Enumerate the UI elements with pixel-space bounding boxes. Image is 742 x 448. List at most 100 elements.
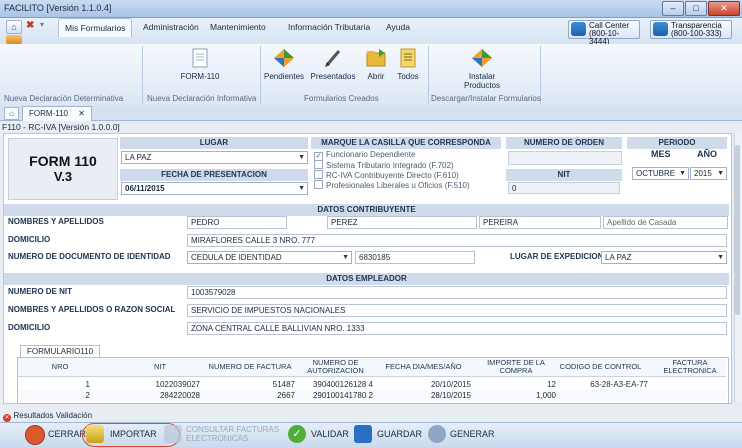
cell-autorizacion[interactable]: 290100141780 2 xyxy=(298,391,373,400)
cell-autorizacion[interactable]: 390400126128 4 xyxy=(298,380,373,389)
col-codigo-control[interactable]: CODIGO DE CONTROL xyxy=(553,363,648,371)
pendientes-label: Pendientes xyxy=(264,72,305,81)
cell-importe[interactable]: 1,000 xyxy=(476,391,556,400)
cerrar-icon xyxy=(25,425,45,445)
home-icon[interactable]: ⌂ xyxy=(6,20,22,34)
window-title: FACILITO [Versión 1.1.0.4] xyxy=(4,3,112,13)
generar-button[interactable]: GENERAR xyxy=(450,429,495,439)
cell-nit[interactable]: 284220028 xyxy=(120,391,200,400)
razon-social-input[interactable]: SERVICIO DE IMPUESTOS NACIONALES xyxy=(187,304,727,317)
transparencia-icon xyxy=(653,22,668,36)
abrir-button[interactable]: Abrir xyxy=(362,48,390,81)
chevron-down-icon: ▼ xyxy=(298,185,305,192)
check-rciva-label: RC-IVA Contribuyente Directo (F.610) xyxy=(326,171,459,180)
col-nro[interactable]: NRO xyxy=(30,363,90,371)
checkbox-icon[interactable] xyxy=(314,180,323,189)
cell-nro[interactable]: 2 xyxy=(30,391,90,400)
chevron-down-icon: ▼ xyxy=(717,254,724,261)
numero-documento-input[interactable]: 6830185 xyxy=(355,251,475,264)
tools-icon[interactable]: ✖ xyxy=(26,20,36,32)
col-numero-autorizacion[interactable]: NUMERO DE AUTORIZACION xyxy=(298,359,373,375)
documento-label: NUMERO DE DOCUMENTO DE IDENTIDAD xyxy=(8,252,171,261)
fecha-select[interactable]: 06/11/2015 ▼ xyxy=(121,182,308,195)
guardar-button[interactable]: GUARDAR xyxy=(377,429,422,439)
cell-factura[interactable]: 2667 xyxy=(205,391,295,400)
mes-select[interactable]: OCTUBRE ▼ xyxy=(632,167,689,180)
col-numero-factura[interactable]: NUMERO DE FACTURA xyxy=(205,363,295,371)
group-label-determinativa: Nueva Declaración Determinativa xyxy=(4,94,124,103)
marque-casilla-header: MARQUE LA CASILLA QUE CORRESPONDA xyxy=(311,137,501,149)
presentados-label: Presentados xyxy=(310,72,356,81)
pen-icon xyxy=(325,50,341,67)
instalar-productos-button[interactable]: Instalar Productos xyxy=(460,48,504,90)
todos-button[interactable]: Todos xyxy=(394,48,422,81)
transparencia-button[interactable]: Transparencia (800-100-333) xyxy=(650,20,732,39)
app-menu-button[interactable] xyxy=(6,35,22,44)
checkbox-icon[interactable] xyxy=(314,170,323,179)
maximize-button[interactable]: □ xyxy=(685,1,707,16)
domicilio-label: DOMICILIO xyxy=(8,235,51,244)
pending-diamond-icon xyxy=(274,49,294,67)
expedicion-select[interactable]: LA PAZ ▼ xyxy=(601,251,727,264)
chevron-down-icon: ▼ xyxy=(679,170,686,177)
form-scrollbar-thumb[interactable] xyxy=(735,145,740,315)
checkbox-icon[interactable] xyxy=(314,160,323,169)
resultados-validacion-tab[interactable]: ✕ Resultados Validación xyxy=(3,410,92,422)
lugar-select[interactable]: LA PAZ ▼ xyxy=(121,151,308,164)
validar-button[interactable]: VALIDAR xyxy=(311,429,349,439)
home-tab-icon[interactable]: ⌂ xyxy=(4,107,19,120)
call-center-button[interactable]: Call Center (800-10-3444) xyxy=(568,20,640,46)
fecha-value: 06/11/2015 xyxy=(125,184,165,193)
col-importe[interactable]: IMPORTE DE LA COMPRA xyxy=(476,359,556,375)
cell-codigo[interactable]: 63-28-A3-EA-77 xyxy=(553,380,648,389)
form110-button[interactable]: FORM-110 xyxy=(180,48,220,81)
numero-orden-field xyxy=(508,151,622,165)
col-fecha[interactable]: FECHA DIA/MES/AÑO xyxy=(376,363,471,371)
col-factura-electronica[interactable]: FACTURA ELECTRONICA xyxy=(655,359,725,375)
apellido-paterno-input[interactable]: PEREZ xyxy=(327,216,477,229)
domicilio-input[interactable]: MIRAFLORES CALLE 3 NRO. 777 xyxy=(187,234,727,247)
nombre-input[interactable]: PEDRO xyxy=(187,216,287,229)
cell-nro[interactable]: 1 xyxy=(30,380,90,389)
check-profesionales[interactable]: Profesionales Liberales u Oficios (F.510… xyxy=(314,180,470,190)
cerrar-button[interactable]: CERRAR xyxy=(48,429,86,439)
domicilio-empleador-input[interactable]: ZONA CENTRAL CALLE BALLIVIAN NRO. 1333 xyxy=(187,322,727,335)
doc-tab-close-icon[interactable]: ✕ xyxy=(78,109,85,118)
group-label-descargar: Descargar/Instalar Formularios xyxy=(431,94,541,103)
anio-select[interactable]: 2015 ▼ xyxy=(690,167,727,180)
tab-mantenimiento[interactable]: Mantenimiento xyxy=(204,18,272,36)
minimize-button[interactable]: – xyxy=(662,1,684,16)
cell-fecha[interactable]: 28/10/2015 xyxy=(376,391,471,400)
tab-administracion[interactable]: Administración xyxy=(137,18,205,36)
lugar-header: LUGAR xyxy=(120,137,308,149)
importar-button[interactable]: IMPORTAR xyxy=(110,429,157,439)
close-window-button[interactable]: ✕ xyxy=(708,1,740,16)
apellido-casada-input[interactable]: Apellido de Casada xyxy=(603,216,728,229)
cell-fecha[interactable]: 20/10/2015 xyxy=(376,380,471,389)
tipo-documento-value: CEDULA DE IDENTIDAD xyxy=(191,253,282,262)
check-rciva[interactable]: RC-IVA Contribuyente Directo (F.610) xyxy=(314,170,459,180)
apellido-materno-input[interactable]: PEREIRA xyxy=(479,216,601,229)
window-titlebar: FACILITO [Versión 1.1.0.4] – □ ✕ xyxy=(0,0,742,18)
check-sti[interactable]: Sistema Tributario Integrado (F.702) xyxy=(314,160,454,170)
cell-importe[interactable]: 12 xyxy=(476,380,556,389)
tab-informacion-tributaria[interactable]: Información Tributaria xyxy=(282,18,376,36)
tab-ayuda[interactable]: Ayuda xyxy=(380,18,416,36)
datos-empleador-header: DATOS EMPLEADOR xyxy=(4,273,729,285)
expedicion-label: LUGAR DE EXPEDICION xyxy=(510,252,604,261)
nit-empleador-input[interactable]: 1003579028 xyxy=(187,286,727,299)
form-document-icon xyxy=(192,48,208,68)
tipo-documento-select[interactable]: CEDULA DE IDENTIDAD ▼ xyxy=(187,251,352,264)
chevron-down-icon: ▼ xyxy=(717,170,724,177)
ribbon-separator xyxy=(142,46,143,104)
tab-mis-formularios[interactable]: Mis Formularios xyxy=(58,18,133,37)
todos-label: Todos xyxy=(397,72,419,81)
presentados-button[interactable]: Presentados xyxy=(308,48,358,81)
pendientes-button[interactable]: Pendientes xyxy=(264,48,304,81)
cell-nit[interactable]: 1022039027 xyxy=(120,380,201,389)
col-nit[interactable]: NIT xyxy=(120,363,200,371)
cell-factura[interactable]: 51487 xyxy=(205,380,295,389)
quick-access-dropdown-icon[interactable]: ▾ xyxy=(40,20,44,29)
tab-form110-doc[interactable]: FORM-110 ✕ xyxy=(22,106,92,121)
periodo-header: PERIODO xyxy=(627,137,727,149)
